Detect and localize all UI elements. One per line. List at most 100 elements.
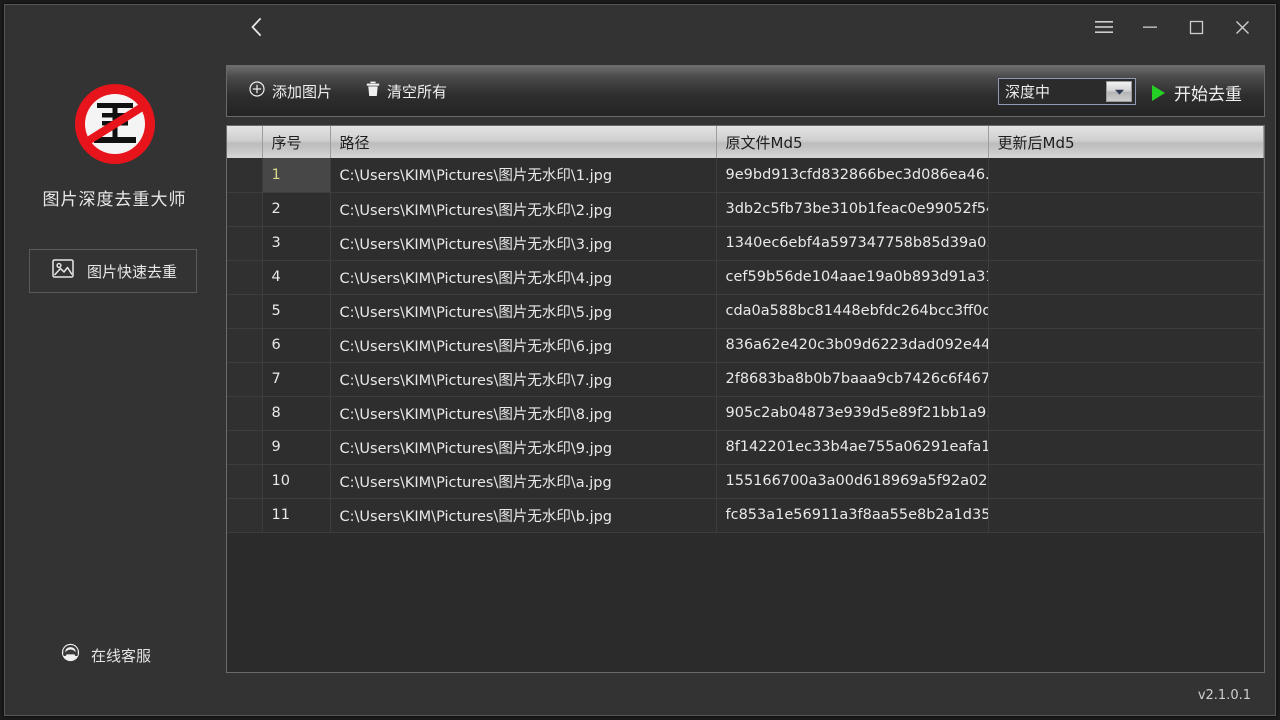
maximize-button[interactable] <box>1173 9 1219 45</box>
cell-index: 5 <box>262 294 330 328</box>
cell-path: C:\Users\KIM\Pictures\图片无水印\3.jpg <box>330 226 716 260</box>
cell-new-md5 <box>988 158 1264 192</box>
add-images-label: 添加图片 <box>272 81 332 102</box>
table-row[interactable]: 9C:\Users\KIM\Pictures\图片无水印\9.jpg8f1422… <box>227 430 1264 464</box>
row-gutter[interactable] <box>227 430 262 464</box>
close-button[interactable] <box>1219 9 1265 45</box>
start-dedup-label: 开始去重 <box>1174 80 1242 105</box>
cell-index: 11 <box>262 498 330 532</box>
online-support-link[interactable]: 在线客服 <box>61 643 151 667</box>
cell-orig-md5: cda0a588bc81448ebfdc264bcc3ff0df <box>716 294 988 328</box>
column-header-orig-md5[interactable]: 原文件Md5 <box>716 126 988 158</box>
table-row[interactable]: 6C:\Users\KIM\Pictures\图片无水印\6.jpg836a62… <box>227 328 1264 362</box>
file-table-header: 序号 路径 原文件Md5 更新后Md5 <box>227 126 1264 158</box>
row-gutter[interactable] <box>227 192 262 226</box>
minimize-button[interactable] <box>1127 9 1173 45</box>
cell-index: 10 <box>262 464 330 498</box>
cell-orig-md5: 2f8683ba8b0b7baaa9cb7426c6f467... <box>716 362 988 396</box>
cell-path: C:\Users\KIM\Pictures\图片无水印\9.jpg <box>330 430 716 464</box>
column-header-new-md5[interactable]: 更新后Md5 <box>988 126 1264 158</box>
column-header-index[interactable]: 序号 <box>262 126 330 158</box>
minimize-icon <box>1142 21 1158 33</box>
back-button[interactable] <box>239 11 273 43</box>
sidebar: 图片深度去重大师 图片快速去重 <box>5 49 224 715</box>
chevron-down-icon[interactable] <box>1106 81 1132 102</box>
cell-new-md5 <box>988 328 1264 362</box>
table-row[interactable]: 4C:\Users\KIM\Pictures\图片无水印\4.jpgcef59b… <box>227 260 1264 294</box>
clear-all-button[interactable]: 清空所有 <box>360 77 453 106</box>
cell-new-md5 <box>988 260 1264 294</box>
no-watermark-logo-icon <box>73 82 157 166</box>
close-icon <box>1235 20 1250 35</box>
table-row[interactable]: 2C:\Users\KIM\Pictures\图片无水印\2.jpg3db2c5… <box>227 192 1264 226</box>
cell-new-md5 <box>988 498 1264 532</box>
cell-path: C:\Users\KIM\Pictures\图片无水印\1.jpg <box>330 158 716 192</box>
cell-orig-md5: 9e9bd913cfd832866bec3d086ea46... <box>716 158 988 192</box>
plus-circle-icon <box>249 81 265 101</box>
cell-path: C:\Users\KIM\Pictures\图片无水印\4.jpg <box>330 260 716 294</box>
cell-orig-md5: 8f142201ec33b4ae755a06291eafa1... <box>716 430 988 464</box>
cell-index: 6 <box>262 328 330 362</box>
row-gutter[interactable] <box>227 294 262 328</box>
cell-path: C:\Users\KIM\Pictures\图片无水印\6.jpg <box>330 328 716 362</box>
trash-icon <box>366 81 380 101</box>
row-gutter[interactable] <box>227 260 262 294</box>
table-row[interactable]: 10C:\Users\KIM\Pictures\图片无水印\a.jpg15516… <box>227 464 1264 498</box>
cell-orig-md5: fc853a1e56911a3f8aa55e8b2a1d35... <box>716 498 988 532</box>
row-gutter[interactable] <box>227 498 262 532</box>
table-row[interactable]: 8C:\Users\KIM\Pictures\图片无水印\8.jpg905c2a… <box>227 396 1264 430</box>
add-images-button[interactable]: 添加图片 <box>243 77 338 106</box>
cell-orig-md5: 905c2ab04873e939d5e89f21bb1a9... <box>716 396 988 430</box>
chevron-left-icon <box>250 17 263 37</box>
table-row[interactable]: 5C:\Users\KIM\Pictures\图片无水印\5.jpgcda0a5… <box>227 294 1264 328</box>
table-header-row: 序号 路径 原文件Md5 更新后Md5 <box>227 126 1264 158</box>
toolbar: 添加图片 清空所有 深度中 <box>226 65 1265 117</box>
headset-icon <box>61 643 80 667</box>
cell-new-md5 <box>988 362 1264 396</box>
cell-new-md5 <box>988 192 1264 226</box>
cell-path: C:\Users\KIM\Pictures\图片无水印\5.jpg <box>330 294 716 328</box>
table-row[interactable]: 11C:\Users\KIM\Pictures\图片无水印\b.jpgfc853… <box>227 498 1264 532</box>
dedup-mode-select[interactable]: 深度中 <box>998 78 1136 105</box>
cell-new-md5 <box>988 294 1264 328</box>
main-content: 添加图片 清空所有 深度中 <box>224 49 1275 715</box>
row-gutter[interactable] <box>227 362 262 396</box>
online-support-label: 在线客服 <box>91 645 151 666</box>
table-row[interactable]: 7C:\Users\KIM\Pictures\图片无水印\7.jpg2f8683… <box>227 362 1264 396</box>
cell-orig-md5: 155166700a3a00d618969a5f92a02... <box>716 464 988 498</box>
image-icon <box>52 259 74 283</box>
cell-index: 9 <box>262 430 330 464</box>
cell-index: 8 <box>262 396 330 430</box>
row-gutter[interactable] <box>227 158 262 192</box>
sidebar-item-quick-dedup[interactable]: 图片快速去重 <box>29 249 197 293</box>
row-gutter[interactable] <box>227 396 262 430</box>
cell-path: C:\Users\KIM\Pictures\图片无水印\a.jpg <box>330 464 716 498</box>
cell-index: 1 <box>262 158 330 192</box>
table-row[interactable]: 1C:\Users\KIM\Pictures\图片无水印\1.jpg9e9bd9… <box>227 158 1264 192</box>
maximize-icon <box>1189 20 1204 35</box>
clear-all-label: 清空所有 <box>387 81 447 102</box>
row-gutter[interactable] <box>227 328 262 362</box>
column-header-path[interactable]: 路径 <box>330 126 716 158</box>
start-dedup-button[interactable]: 开始去重 <box>1146 76 1248 109</box>
cell-index: 3 <box>262 226 330 260</box>
cell-orig-md5: 3db2c5fb73be310b1feac0e99052f54f <box>716 192 988 226</box>
title-bar <box>5 5 1275 49</box>
dedup-mode-value: 深度中 <box>999 81 1106 102</box>
hamburger-menu-icon <box>1095 20 1113 34</box>
table-row[interactable]: 3C:\Users\KIM\Pictures\图片无水印\3.jpg1340ec… <box>227 226 1264 260</box>
cell-index: 2 <box>262 192 330 226</box>
cell-orig-md5: 836a62e420c3b09d6223dad092e44... <box>716 328 988 362</box>
menu-button[interactable] <box>1081 9 1127 45</box>
file-table-panel[interactable]: 序号 路径 原文件Md5 更新后Md5 1C:\Users\KIM\Pictur… <box>226 125 1265 673</box>
cell-new-md5 <box>988 226 1264 260</box>
cell-orig-md5: 1340ec6ebf4a597347758b85d39a0... <box>716 226 988 260</box>
app-logo <box>73 82 157 166</box>
cell-path: C:\Users\KIM\Pictures\图片无水印\2.jpg <box>330 192 716 226</box>
file-table-body: 1C:\Users\KIM\Pictures\图片无水印\1.jpg9e9bd9… <box>227 158 1264 532</box>
row-gutter[interactable] <box>227 464 262 498</box>
cell-new-md5 <box>988 430 1264 464</box>
cell-index: 4 <box>262 260 330 294</box>
app-title: 图片深度去重大师 <box>43 185 187 210</box>
row-gutter[interactable] <box>227 226 262 260</box>
